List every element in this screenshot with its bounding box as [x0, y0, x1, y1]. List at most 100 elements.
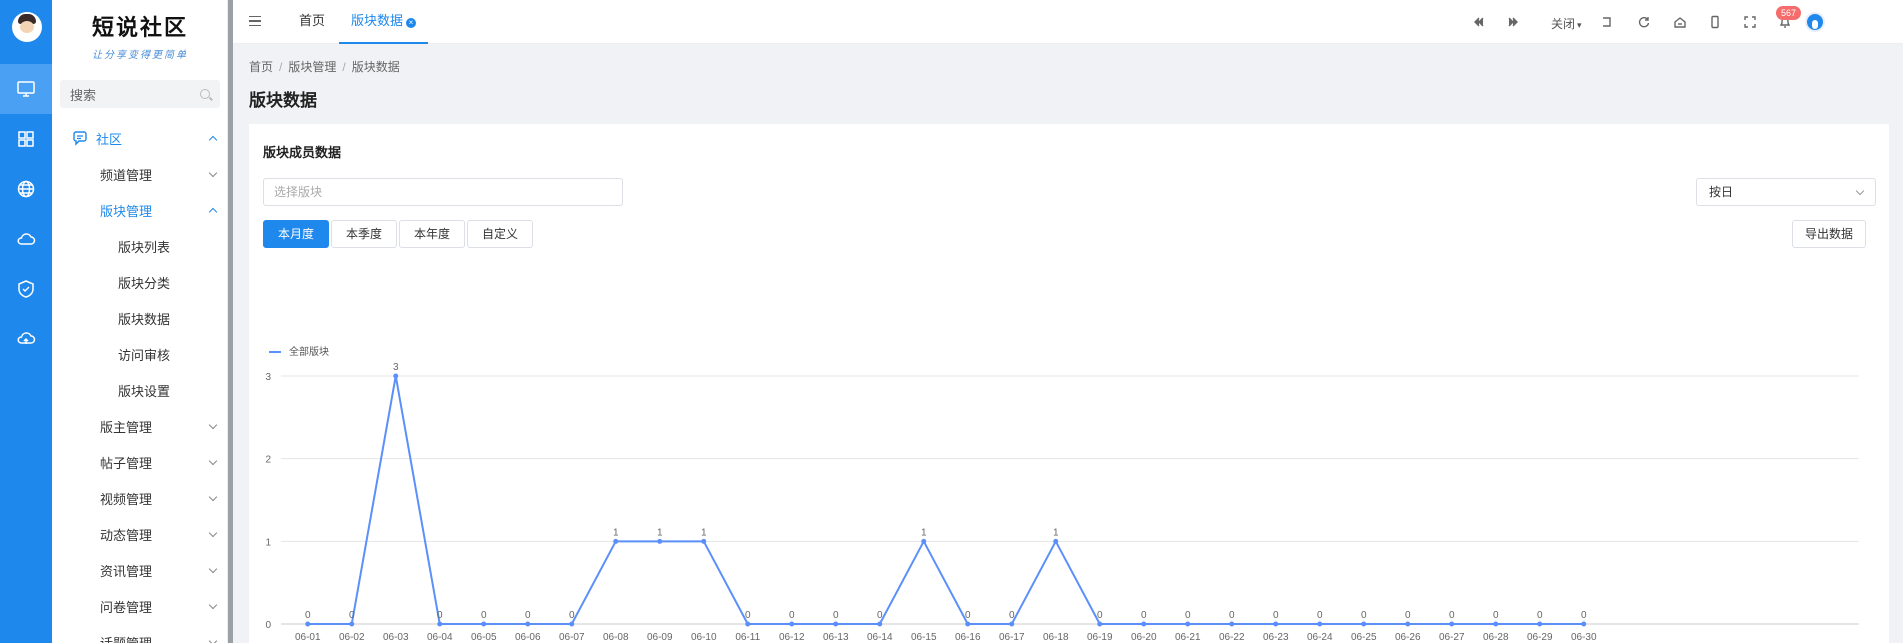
x-tick-label: 06-30 — [1571, 632, 1597, 643]
sidebar-item-channel-management[interactable]: 频道管理 — [52, 156, 228, 192]
breadcrumb: 首页 / 版块管理 / 版块数据 — [249, 60, 400, 74]
page-title: 版块数据 — [249, 91, 317, 110]
sidebar-item-news-management[interactable]: 资讯管理 — [52, 552, 228, 588]
sidebar-item-label: 版块管理 — [100, 203, 153, 219]
sidebar-item-post-management[interactable]: 帖子管理 — [52, 444, 228, 480]
sidebar-item-board-settings[interactable]: 版块设置 — [52, 372, 228, 408]
data-point — [921, 538, 927, 544]
x-tick-label: 06-15 — [911, 632, 937, 643]
x-tick-label: 06-12 — [779, 632, 805, 643]
sidebar-item-label: 频道管理 — [100, 167, 153, 183]
data-label: 0 — [349, 610, 355, 621]
sidebar-item-board-data[interactable]: 版块数据 — [52, 300, 228, 336]
x-tick-label: 06-09 — [647, 632, 673, 643]
close-tabs-menu[interactable]: 关闭 ▾ — [1551, 15, 1582, 32]
sidebar-item-community[interactable]: 社区 — [52, 120, 228, 156]
data-point — [525, 621, 531, 627]
sidebar-item-board-list[interactable]: 版块列表 — [52, 228, 228, 264]
data-point — [437, 621, 443, 627]
breadcrumb-item[interactable]: 版块管理 — [288, 60, 336, 74]
sidebar-item-board-category[interactable]: 版块分类 — [52, 264, 228, 300]
y-tick-label: 3 — [265, 372, 271, 383]
sidebar-item-label: 版块数据 — [118, 311, 171, 327]
x-tick-label: 06-26 — [1395, 632, 1421, 643]
chevron-down-icon — [1855, 186, 1865, 196]
sidebar-item-label: 问卷管理 — [100, 599, 153, 615]
data-point — [349, 621, 355, 627]
data-point — [393, 373, 399, 379]
chevron-down-icon — [208, 528, 218, 538]
sidebar-item-topic-management[interactable]: 话题管理 — [52, 624, 228, 643]
range-button-year[interactable]: 本年度 — [399, 220, 466, 248]
data-label: 0 — [525, 610, 531, 621]
data-point — [1229, 621, 1235, 627]
data-label: 0 — [1361, 610, 1367, 621]
scroll-left-icon[interactable] — [1471, 14, 1487, 30]
data-label: 0 — [1097, 610, 1103, 621]
data-label: 0 — [1581, 610, 1587, 621]
period-select[interactable]: 按日 — [1696, 178, 1876, 206]
y-tick-label: 1 — [265, 537, 271, 548]
grid-icon[interactable] — [0, 114, 52, 164]
x-tick-label: 06-03 — [383, 632, 409, 643]
user-avatar[interactable] — [12, 12, 42, 42]
board-select[interactable]: 选择版块 — [263, 178, 623, 206]
data-label: 3 — [393, 362, 399, 373]
close-tabs-label: 关闭 — [1551, 17, 1576, 31]
data-label: 0 — [1141, 610, 1147, 621]
data-label: 0 — [437, 610, 443, 621]
home-lock-icon[interactable] — [1672, 14, 1688, 30]
data-point — [877, 621, 883, 627]
user-avatar[interactable] — [1805, 12, 1825, 32]
sidebar-resize-handle[interactable] — [228, 0, 233, 643]
sidebar-item-label: 资讯管理 — [100, 563, 153, 579]
tab-board-data[interactable]: 版块数据 × — [339, 0, 429, 44]
range-button-quarter[interactable]: 本季度 — [331, 220, 398, 248]
data-label: 0 — [1009, 610, 1015, 621]
logo: 短说社区 让分享变得更简单 — [52, 10, 228, 61]
chevron-down-icon — [208, 636, 218, 643]
legend-label: 全部版块 — [289, 345, 329, 358]
tab-label: 版块数据 — [351, 13, 404, 28]
data-point — [613, 538, 619, 544]
sidebar-item-survey-management[interactable]: 问卷管理 — [52, 588, 228, 624]
fullscreen-icon[interactable] — [1742, 14, 1758, 30]
exit-icon[interactable] — [1599, 14, 1615, 30]
range-button-month[interactable]: 本月度 — [263, 220, 330, 248]
search-input[interactable]: 搜索 — [60, 80, 220, 108]
sidebar-item-video-management[interactable]: 视频管理 — [52, 480, 228, 516]
data-point — [1405, 621, 1411, 627]
sidebar-item-feed-management[interactable]: 动态管理 — [52, 516, 228, 552]
sidebar-item-board-management[interactable]: 版块管理 — [52, 192, 228, 228]
mobile-icon[interactable] — [1707, 14, 1723, 30]
series-line — [307, 375, 1584, 625]
globe-icon[interactable] — [0, 164, 52, 214]
data-point — [1053, 538, 1059, 544]
x-tick-label: 06-11 — [735, 632, 760, 643]
chevron-down-icon — [208, 600, 218, 610]
sidebar-item-moderator-management[interactable]: 版主管理 — [52, 408, 228, 444]
cloud-icon[interactable] — [0, 214, 52, 264]
refresh-icon[interactable] — [1636, 14, 1652, 30]
data-label: 0 — [569, 610, 575, 621]
export-button[interactable]: 导出数据 — [1792, 220, 1867, 248]
data-label: 0 — [877, 610, 883, 621]
cloud-home-icon[interactable] — [0, 314, 52, 364]
scroll-right-icon[interactable] — [1505, 14, 1521, 30]
menu-fold-icon[interactable] — [249, 16, 261, 26]
sidebar-item-access-review[interactable]: 访问审核 — [52, 336, 228, 372]
shield-icon[interactable] — [0, 264, 52, 314]
x-tick-label: 06-18 — [1043, 632, 1069, 643]
chevron-up-icon — [208, 207, 218, 217]
close-icon[interactable]: × — [406, 18, 417, 28]
data-point — [1009, 621, 1015, 627]
x-tick-label: 06-02 — [339, 632, 365, 643]
range-button-custom[interactable]: 自定义 — [467, 220, 534, 248]
monitor-icon[interactable] — [0, 64, 52, 114]
data-point — [701, 538, 707, 544]
x-tick-label: 06-19 — [1087, 632, 1113, 643]
data-point — [1537, 621, 1543, 627]
data-label: 0 — [833, 610, 839, 621]
breadcrumb-item[interactable]: 首页 — [249, 60, 273, 74]
tab-home[interactable]: 首页 — [287, 0, 337, 44]
